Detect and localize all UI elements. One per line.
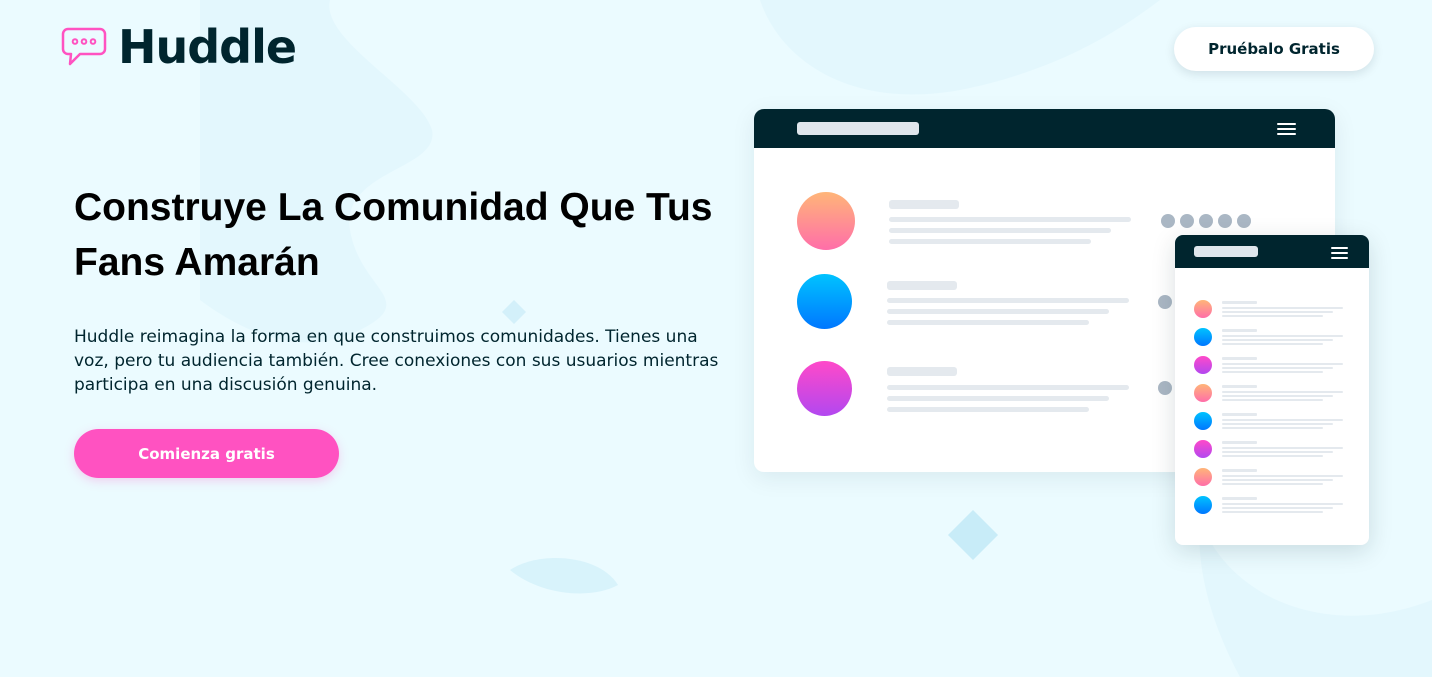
chat-bubble-icon [61,27,107,66]
mockup-row [1194,412,1354,432]
mockup-top-bar [754,109,1335,148]
avatar [797,192,855,250]
brand-logo[interactable]: Huddle [60,20,297,74]
avatar [797,361,852,416]
hamburger-menu-icon [1277,123,1296,135]
hero-title: Construye La Comunidad Que Tus Fans Amar… [74,186,713,284]
avatar [797,274,852,329]
try-free-button[interactable]: Pruébalo Gratis [1174,27,1374,71]
hero-description: Huddle reimagina la forma en que constru… [74,327,719,395]
mockup-row [1194,328,1354,348]
mockup-row [1194,356,1354,376]
mockup-row [1194,300,1354,320]
hamburger-menu-icon [1331,247,1348,259]
landing-page: Huddle Pruébalo Gratis Construye La Comu… [0,0,1432,677]
mockup-row [1194,496,1354,516]
mockup-top-bar [1175,235,1369,268]
get-started-button[interactable]: Comienza gratis [74,429,339,478]
mockup-row [1194,468,1354,488]
mockup-row [1194,384,1354,404]
mockup-title-placeholder [797,122,919,135]
brand-name: Huddle [118,20,297,74]
mobile-mockup-illustration [1175,235,1369,545]
mockup-title-placeholder [1194,246,1258,257]
mockup-row [1194,440,1354,460]
